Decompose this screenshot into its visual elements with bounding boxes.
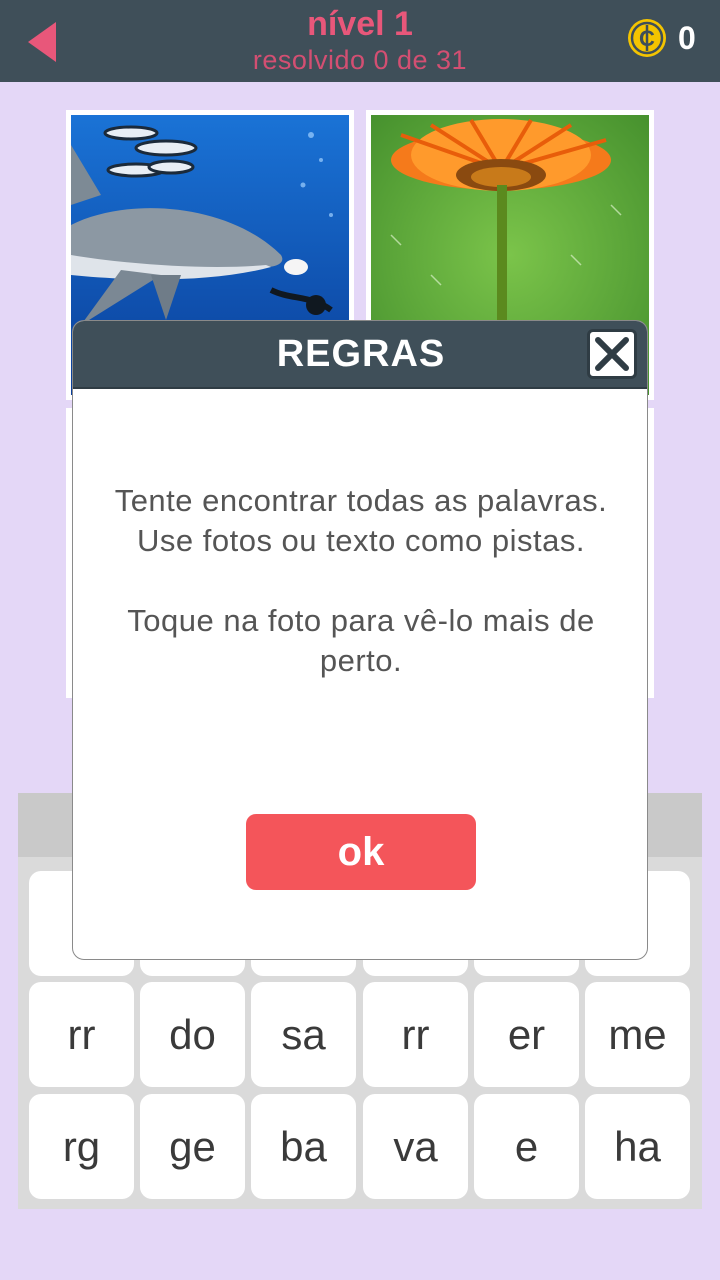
dialog-body: Tente encontrar todas as palavras. Use f… xyxy=(93,481,629,681)
key-r3-1[interactable]: rg xyxy=(29,1094,134,1199)
dialog-title: REGRAS xyxy=(276,333,446,375)
key-r2-5[interactable]: er xyxy=(474,982,579,1087)
key-r2-4[interactable]: rr xyxy=(363,982,468,1087)
coin-count: 0 xyxy=(678,19,696,56)
rules-text-2: Toque na foto para vê-lo mais de perto. xyxy=(127,603,595,678)
level-progress: resolvido 0 de 31 xyxy=(252,45,468,75)
key-r2-6[interactable]: me xyxy=(585,982,690,1087)
key-r3-3[interactable]: ba xyxy=(251,1094,356,1199)
rules-dialog: REGRAS Tente encontrar todas as palavras… xyxy=(72,320,648,960)
key-r2-3[interactable]: sa xyxy=(251,982,356,1087)
key-r3-6[interactable]: ha xyxy=(585,1094,690,1199)
top-bar: nível 1 resolvido 0 de 31 C 0 xyxy=(0,0,720,82)
coin-icon: C xyxy=(628,19,666,57)
key-r3-5[interactable]: e xyxy=(474,1094,579,1199)
close-button[interactable] xyxy=(587,329,637,379)
close-icon xyxy=(595,337,629,371)
coin-counter[interactable]: C 0 xyxy=(626,16,696,60)
key-r2-1[interactable]: rr xyxy=(29,982,134,1087)
key-r3-4[interactable]: va xyxy=(363,1094,468,1199)
dialog-header: REGRAS xyxy=(73,321,647,389)
level-title: nível 1 xyxy=(307,5,413,43)
key-r2-2[interactable]: do xyxy=(140,982,245,1087)
ok-button[interactable]: ok xyxy=(246,814,476,890)
rules-text-1: Tente encontrar todas as palavras. Use f… xyxy=(114,483,608,558)
key-r3-2[interactable]: ge xyxy=(140,1094,245,1199)
